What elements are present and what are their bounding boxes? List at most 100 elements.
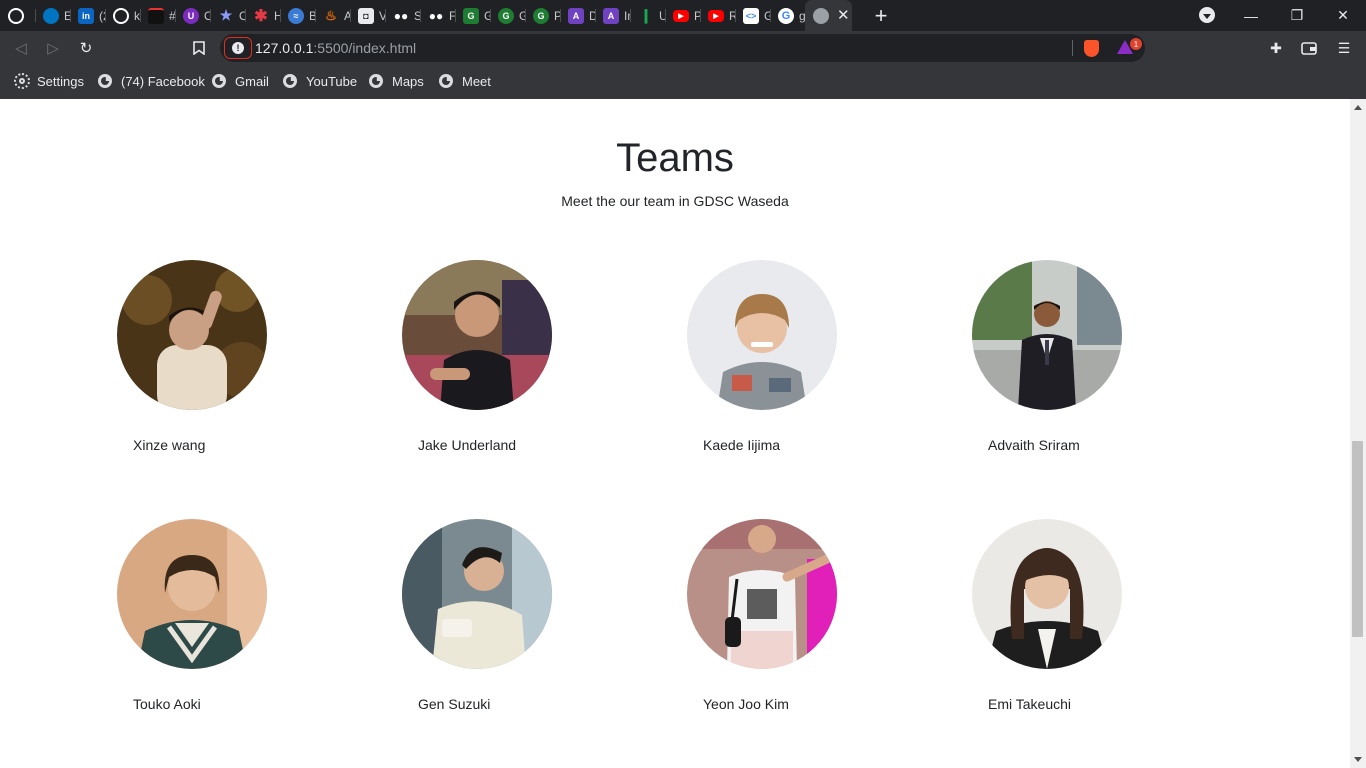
team-member-card: Yeon Joo Kim [687,519,972,739]
extensions-icon[interactable]: ✚ [1268,40,1284,56]
tab-6[interactable]: ★Ob [210,0,245,31]
tab-strip: Ext in(2) ko #3 UOn ★Ob ✱Ho ≈Be ♨An ◘VS … [0,0,1366,31]
team-member-card: Kaede Iijima [687,260,972,480]
wallet-shape [1301,41,1317,55]
forward-button[interactable]: ▷ [44,39,62,57]
new-tab-button[interactable]: + [866,0,896,31]
vertical-scrollbar[interactable] [1350,99,1366,768]
bookmark-label: (74) Facebook [121,73,205,89]
scroll-up-arrow-icon[interactable] [1354,105,1362,110]
restore-button[interactable]: ❐ [1274,0,1320,31]
stripe-icon [148,7,164,24]
back-button[interactable]: ◁ [12,39,30,57]
brave-shields-icon[interactable] [1084,40,1099,57]
tab-3[interactable]: ko [105,0,140,31]
page-subtitle: Meet the our team in GDSC Waseda [561,193,789,209]
bookmark-button[interactable] [190,39,208,57]
tab-15[interactable]: GPro [525,0,560,31]
gear-icon [14,73,30,89]
tab-search-button[interactable] [1199,7,1215,23]
youtube-icon: ▶ [673,9,689,22]
tab-11[interactable]: ●●Se [385,0,420,31]
tab-18[interactable]: ❙Un [630,0,665,31]
warning-icon: ! [232,42,244,54]
member-photo-image [402,519,552,669]
member-name: Yeon Joo Kim [703,696,789,712]
bookmark-label: Settings [37,73,84,89]
tab-20[interactable]: ▶Re [700,0,735,31]
member-name: Kaede Iijima [703,437,781,453]
medium-icon: ●● [428,8,444,23]
bookmark-meet[interactable]: Meet [439,71,491,91]
linkedin-icon: in [78,7,94,24]
tab-8[interactable]: ≈Be [280,0,315,31]
member-photo [972,519,1122,669]
wallet-icon[interactable] [1301,40,1317,56]
globe-icon [212,74,226,88]
back-icon: ◁ [15,40,27,57]
u-icon: U [183,7,199,24]
tab-14[interactable]: GGF [490,0,525,31]
bookmark-settings[interactable]: Settings [14,71,84,91]
star-icon: ★ [219,7,233,23]
asterisk-icon: ✱ [254,7,268,25]
tab-19[interactable]: ▶Pla [665,0,700,31]
tab-9[interactable]: ♨An [315,0,350,31]
bookmark-maps[interactable]: Maps [369,71,424,91]
bee-icon: ≈ [288,7,304,24]
member-name: Xinze wang [133,437,206,453]
bookmark-youtube[interactable]: YouTube [283,71,357,91]
member-name: Emi Takeuchi [988,696,1072,712]
menu-icon[interactable]: ☰ [1336,40,1352,56]
close-tab-icon[interactable]: ✕ [837,7,850,24]
tab-2[interactable]: in(2) [70,0,105,31]
member-photo [402,260,552,410]
url-text[interactable]: 127.0.0.1:5500/index.html [255,40,416,56]
minimize-button[interactable]: — [1228,0,1274,31]
tab-10[interactable]: ◘VS [350,0,385,31]
java-icon: ♨ [325,7,337,23]
tab-17[interactable]: AInt [595,0,630,31]
globe-icon [98,74,112,88]
close-window-button[interactable]: ✕ [1320,0,1366,31]
tab-12[interactable]: ●●Flu [420,0,455,31]
team-member-card: Advaith Sriram [972,260,1257,480]
github-icon [113,7,129,24]
g-icon: G [463,7,479,24]
toolbar: ◁ ▷ ↻ ! 127.0.0.1:5500/index.html 1 ✚ ☰ [0,31,1366,65]
page-viewport: Teams Meet the our team in GDSC Waseda X… [0,99,1350,768]
bookmark-gmail[interactable]: Gmail [212,71,269,91]
tab-7[interactable]: ✱Ho [245,0,280,31]
globe-icon [283,74,297,88]
a-icon: A [603,7,619,24]
tab-5[interactable]: UOn [175,0,210,31]
tab-22[interactable]: Ggo [770,0,805,31]
bookmark-label: Meet [462,73,491,89]
bookmark-label: Gmail [235,73,269,89]
url-host: 127.0.0.1 [255,40,314,56]
address-bar[interactable]: ! 127.0.0.1:5500/index.html 1 [220,34,1145,62]
tab-4[interactable]: #3 [140,0,175,31]
reload-button[interactable]: ↻ [77,39,95,57]
globe-icon [439,74,453,88]
scrollbar-thumb[interactable] [1352,441,1363,637]
member-photo-image [972,260,1122,410]
member-name: Advaith Sriram [988,437,1080,453]
site-info-button[interactable]: ! [224,37,252,59]
tab-0[interactable] [0,0,35,31]
team-member-card: Xinze wang [117,260,402,480]
bookmark-label: Maps [392,73,424,89]
tab-21[interactable]: <>Go [735,0,770,31]
member-photo [687,519,837,669]
tab-1[interactable]: Ext [35,0,70,31]
member-photo-image [687,519,837,669]
bookmark-facebook[interactable]: (74) Facebook [98,71,205,91]
forward-icon: ▷ [47,40,59,57]
tab-13[interactable]: GGe [455,0,490,31]
member-name: Jake Underland [418,437,517,453]
g-icon: G [533,7,549,24]
tab-16[interactable]: ADa [560,0,595,31]
scroll-down-arrow-icon[interactable] [1354,757,1362,762]
tab-active[interactable]: ✕ [805,0,852,31]
team-member-card: Touko Aoki [117,519,402,739]
